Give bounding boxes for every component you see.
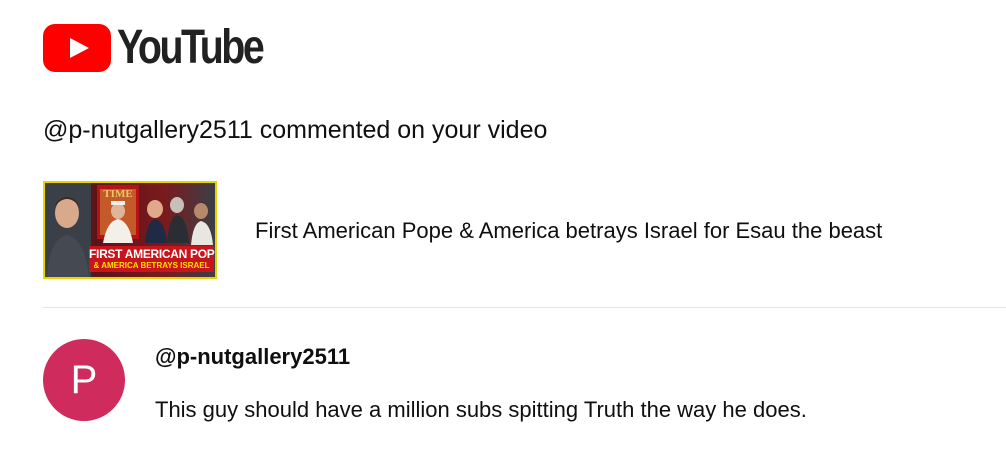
thumbnail-caption-line2: & AMERICA BETRAYS ISRAEL [93, 261, 210, 270]
video-thumbnail[interactable]: TIME FIRST AMERICAN POPE & AMERICA BETRA… [43, 181, 217, 279]
divider [43, 307, 1006, 308]
thumbnail-caption-line1: FIRST AMERICAN POPE [89, 247, 217, 261]
video-title-link[interactable]: First American Pope & America betrays Is… [255, 218, 882, 244]
youtube-logo[interactable]: YouTube [43, 22, 294, 74]
magazine-title: TIME [103, 188, 132, 200]
logo-wordmark: YouTube [117, 21, 265, 74]
youtube-play-icon [43, 24, 111, 72]
avatar[interactable]: P [43, 339, 125, 421]
thumbnail-caption: FIRST AMERICAN POPE & AMERICA BETRAYS IS… [89, 246, 217, 272]
notification-headline: @p-nutgallery2511 commented on your vide… [43, 116, 548, 144]
comment-text: This guy should have a million subs spit… [155, 397, 807, 422]
comment-author[interactable]: @p-nutgallery2511 [155, 344, 350, 370]
